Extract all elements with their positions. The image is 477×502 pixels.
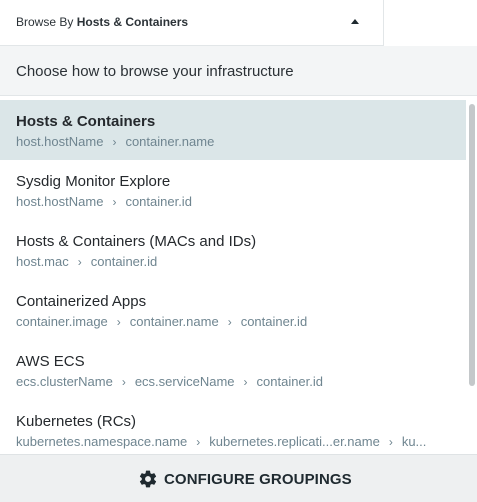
grouping-title: Sysdig Monitor Explore bbox=[16, 173, 171, 190]
grouping-title: Hosts & Containers bbox=[16, 113, 156, 130]
grouping-item[interactable]: Kubernetes (RCs) kubernetes.namespace.na… bbox=[0, 400, 466, 454]
grouping-title: Kubernetes (RCs) bbox=[16, 413, 137, 430]
grouping-item-selected[interactable]: Hosts & Containers host.hostName › contain… bbox=[0, 100, 466, 160]
chevron-right-icon: › bbox=[112, 135, 117, 149]
chevron-right-icon: › bbox=[116, 315, 121, 329]
chevron-right-icon: › bbox=[112, 195, 117, 209]
grouping-path: host.mac › container.id bbox=[16, 254, 450, 269]
chevron-right-icon: › bbox=[227, 315, 232, 329]
path-segment: kubernetes.replicati...er.name bbox=[209, 434, 380, 449]
path-segment: container.id bbox=[256, 374, 324, 389]
browse-by-label: Browse By Hosts & Containers bbox=[16, 15, 188, 29]
path-segment: kubernetes.namespace.name bbox=[16, 434, 188, 449]
grouping-item[interactable]: Sysdig Monitor Explore host.hostName › con… bbox=[0, 160, 466, 220]
grouping-prompt-text: Choose how to browse your infrastructure bbox=[16, 63, 294, 80]
grouping-item[interactable]: AWS ECS ecs.clusterName › ecs.serviceName ›… bbox=[0, 340, 466, 400]
path-segment: container.image bbox=[16, 314, 108, 329]
grouping-list: Hosts & Containers host.hostName › contain… bbox=[0, 100, 466, 454]
grouping-path: host.hostName › container.name bbox=[16, 134, 450, 149]
gear-icon bbox=[139, 470, 157, 488]
path-segment: container.name bbox=[129, 314, 219, 329]
browse-by-dropdown[interactable]: Browse By Hosts & Containers bbox=[0, 0, 384, 46]
path-segment: container.id bbox=[240, 314, 308, 329]
list-scrollbar[interactable] bbox=[467, 100, 477, 454]
browse-by-selected: Hosts & Containers bbox=[76, 15, 189, 29]
path-segment: container.name bbox=[125, 134, 215, 149]
configure-groupings-button[interactable]: CONFIGURE GROUPINGS bbox=[0, 454, 477, 502]
path-segment: host.hostName bbox=[16, 134, 104, 149]
path-segment: container.id bbox=[125, 194, 192, 209]
chevron-right-icon: › bbox=[77, 255, 82, 269]
scrollbar-thumb[interactable] bbox=[469, 104, 475, 386]
configure-groupings-label: CONFIGURE GROUPINGS bbox=[164, 471, 352, 488]
chevron-right-icon: › bbox=[388, 435, 393, 449]
path-segment: ku... bbox=[401, 434, 427, 449]
chevron-right-icon: › bbox=[121, 375, 126, 389]
path-segment: container.id bbox=[90, 254, 158, 269]
caret-up-icon[interactable] bbox=[351, 19, 359, 24]
grouping-prompt: Choose how to browse your infrastructure bbox=[0, 46, 477, 96]
chevron-right-icon: › bbox=[196, 435, 201, 449]
browse-by-prefix: Browse By bbox=[16, 15, 74, 29]
grouping-item[interactable]: Containerized Apps container.image › conta… bbox=[0, 280, 466, 340]
path-segment: host.mac bbox=[16, 254, 69, 269]
grouping-path: host.hostName › container.id bbox=[16, 194, 450, 209]
grouping-title: Hosts & Containers (MACs and IDs) bbox=[16, 233, 257, 250]
grouping-path: container.image › container.name › container… bbox=[16, 314, 450, 329]
path-segment: ecs.serviceName bbox=[134, 374, 235, 389]
grouping-item[interactable]: Hosts & Containers (MACs and IDs) host.m… bbox=[0, 220, 466, 280]
chevron-right-icon: › bbox=[243, 375, 248, 389]
grouping-title: Containerized Apps bbox=[16, 293, 147, 310]
grouping-path: ecs.clusterName › ecs.serviceName › containe… bbox=[16, 374, 450, 389]
grouping-title: AWS ECS bbox=[16, 353, 85, 370]
path-segment: ecs.clusterName bbox=[16, 374, 113, 389]
grouping-path: kubernetes.namespace.name › kubernetes.rep… bbox=[16, 434, 450, 449]
path-segment: host.hostName bbox=[16, 194, 104, 209]
